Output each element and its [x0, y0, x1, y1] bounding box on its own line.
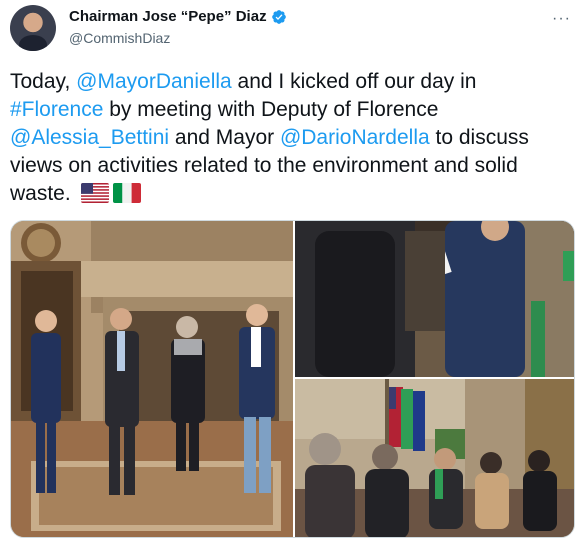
photo-group-fireplace[interactable]	[11, 221, 293, 537]
author-avatar[interactable]	[10, 5, 56, 51]
media-grid	[10, 220, 575, 538]
author-name[interactable]: Chairman Jose “Pepe” Diaz	[69, 8, 267, 25]
verified-badge-icon	[271, 9, 286, 24]
tweet-card: Chairman Jose “Pepe” Diaz @CommishDiaz ·…	[0, 0, 582, 544]
mention-mayordaniella[interactable]: @MayorDaniella	[76, 70, 232, 93]
photo-seated-meeting[interactable]	[295, 379, 574, 537]
text-segment: and I kicked off our day in	[231, 70, 477, 93]
hashtag-florence[interactable]: #Florence	[10, 98, 103, 121]
text-segment: Today,	[10, 70, 77, 93]
author-name-row: Chairman Jose “Pepe” Diaz	[69, 8, 287, 25]
more-options-icon[interactable]: ···	[552, 10, 571, 28]
mention-alessia-bettini[interactable]: @Alessia_Bettini	[10, 126, 169, 149]
photo-document-exchange[interactable]	[295, 221, 574, 377]
tweet-text: Today, @MayorDaniella and I kicked off o…	[10, 68, 575, 208]
us-flag-icon	[80, 183, 109, 203]
italy-flag-icon	[112, 183, 141, 203]
text-segment: by meeting with Deputy of Florence	[103, 98, 439, 121]
mention-darionardella[interactable]: @DarioNardella	[280, 126, 430, 149]
text-segment: and Mayor	[169, 126, 280, 149]
author-handle[interactable]: @CommishDiaz	[69, 30, 170, 46]
